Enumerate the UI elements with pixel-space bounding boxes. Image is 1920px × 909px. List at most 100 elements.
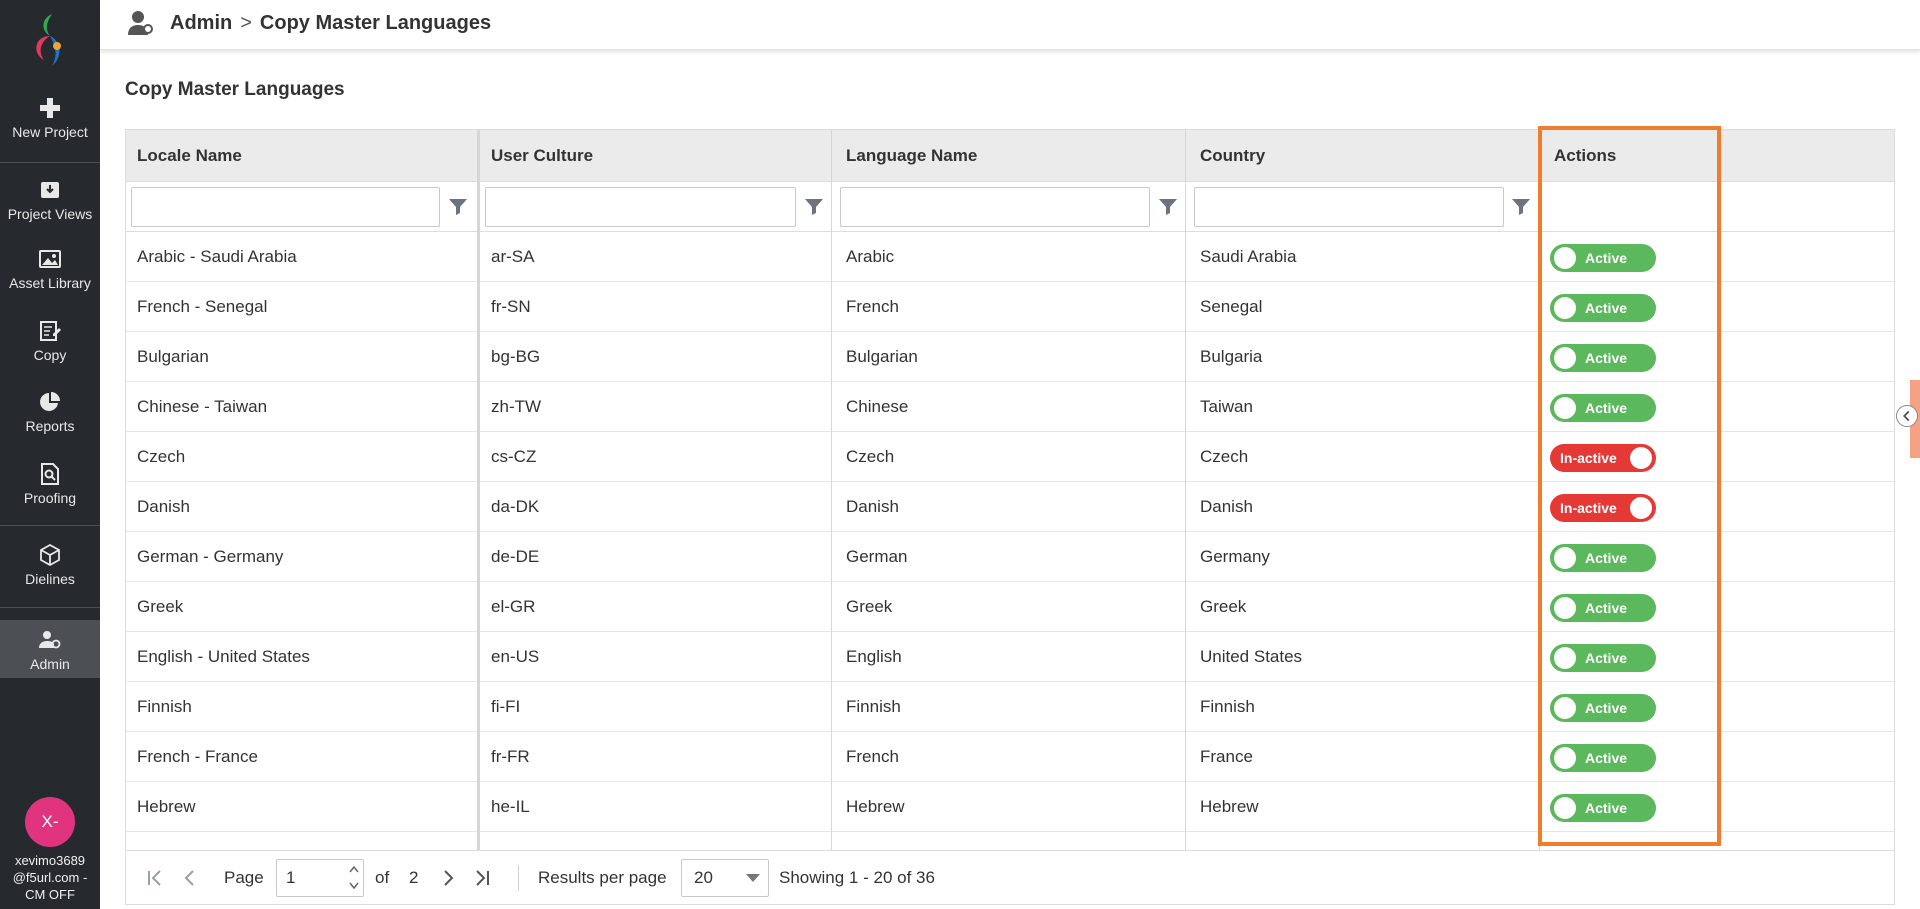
status-toggle[interactable]: Active bbox=[1550, 544, 1656, 572]
nav-dielines-label: Dielines bbox=[25, 571, 75, 587]
nav-admin[interactable]: Admin bbox=[0, 620, 100, 678]
language-name-cell: French bbox=[846, 747, 899, 766]
language-name-cell: Arabic bbox=[846, 247, 895, 266]
status-toggle[interactable]: Active bbox=[1550, 794, 1656, 822]
language-name-filter-input[interactable] bbox=[840, 187, 1150, 227]
country-cell: United States bbox=[1200, 647, 1303, 666]
sidebar: New Project Project Views Asset Library … bbox=[0, 0, 100, 909]
toggle-knob bbox=[1554, 297, 1576, 319]
status-toggle[interactable]: Active bbox=[1550, 244, 1656, 272]
filter-icon[interactable] bbox=[1509, 194, 1533, 218]
chevron-left-icon[interactable] bbox=[1896, 405, 1918, 427]
column-header-user-culture[interactable]: User Culture bbox=[480, 130, 593, 182]
toggle-knob bbox=[1630, 497, 1652, 519]
nav-new-project[interactable]: New Project bbox=[0, 96, 100, 140]
country-cell: Bulgaria bbox=[1200, 347, 1263, 366]
toggle-knob bbox=[1554, 397, 1576, 419]
column-header-language-name[interactable]: Language Name bbox=[835, 130, 977, 182]
status-label: Active bbox=[1585, 600, 1628, 616]
filter-icon[interactable] bbox=[1156, 194, 1180, 218]
status-label: Active bbox=[1585, 550, 1628, 566]
locale-name-cell: Czech bbox=[137, 447, 186, 466]
locale-name-cell: French - France bbox=[137, 747, 258, 766]
increment-icon[interactable] bbox=[349, 865, 359, 873]
locale-name-filter-input[interactable] bbox=[131, 187, 440, 227]
locale-name-cell: Bulgarian bbox=[137, 347, 209, 366]
avatar[interactable]: X- bbox=[25, 797, 75, 847]
filter-icon[interactable] bbox=[446, 194, 470, 218]
locale-name-cell: Danish bbox=[137, 497, 190, 516]
status-toggle[interactable]: Active bbox=[1550, 744, 1656, 772]
nav-project-views[interactable]: Project Views bbox=[0, 178, 100, 222]
country-filter-input[interactable] bbox=[1194, 187, 1504, 227]
filter-icon[interactable] bbox=[802, 194, 826, 218]
toggle-knob bbox=[1554, 747, 1576, 769]
table-row: German - Germany de-DE German Germany Active bbox=[126, 532, 1894, 582]
user-culture-cell: fi-FI bbox=[491, 697, 521, 716]
user-info: xevimo3689 @f5url.com - CM OFF bbox=[0, 852, 100, 903]
status-toggle[interactable]: Active bbox=[1550, 694, 1656, 722]
user-culture-cell: de-DE bbox=[491, 547, 540, 566]
column-divider bbox=[831, 130, 832, 850]
status-toggle[interactable]: Active bbox=[1550, 294, 1656, 322]
toggle-knob bbox=[1554, 797, 1576, 819]
breadcrumb-separator: > bbox=[240, 12, 252, 34]
status-toggle[interactable]: In-active bbox=[1550, 444, 1656, 472]
edit-document-icon bbox=[40, 321, 61, 341]
table-row: Arabic - Saudi Arabia ar-SA Arabic Saudi Ar… bbox=[126, 232, 1894, 282]
country-cell: Czech bbox=[1200, 447, 1249, 466]
column-header-locale-name[interactable]: Locale Name bbox=[126, 130, 242, 182]
language-name-cell: Chinese bbox=[846, 397, 909, 416]
nav-dielines[interactable]: Dielines bbox=[0, 543, 100, 587]
last-page-icon[interactable] bbox=[471, 867, 493, 889]
country-cell: Hebrew bbox=[1200, 797, 1259, 816]
breadcrumb-root[interactable]: Admin bbox=[170, 12, 232, 34]
status-label: In-active bbox=[1560, 500, 1617, 516]
table-row: Greek el-GR Greek Greek Active bbox=[126, 582, 1894, 632]
page-number-input[interactable]: 1 bbox=[276, 859, 364, 897]
status-label: Active bbox=[1585, 650, 1628, 666]
column-resizer[interactable] bbox=[477, 130, 480, 850]
table-row: Czech cs-CZ Czech Czech In-active bbox=[126, 432, 1894, 482]
country-cell: Saudi Arabia bbox=[1200, 247, 1297, 266]
next-page-icon[interactable] bbox=[437, 867, 459, 889]
page-label: Page bbox=[224, 868, 264, 887]
column-header-country[interactable]: Country bbox=[1189, 130, 1265, 182]
status-toggle[interactable]: Active bbox=[1550, 594, 1656, 622]
table-row: French - France fr-FR French France Active bbox=[126, 732, 1894, 782]
nav-reports[interactable]: Reports bbox=[0, 390, 100, 434]
nav-proofing-label: Proofing bbox=[23, 490, 77, 506]
country-cell: Senegal bbox=[1200, 297, 1263, 316]
nav-asset-library[interactable]: Asset Library bbox=[0, 247, 100, 291]
locale-name-cell: English - United States bbox=[137, 647, 310, 666]
status-toggle[interactable]: Active bbox=[1550, 644, 1656, 672]
nav-copy[interactable]: Copy bbox=[0, 319, 100, 363]
locale-name-cell: Finnish bbox=[137, 697, 192, 716]
admin-icon bbox=[128, 11, 153, 35]
pager-divider bbox=[518, 865, 519, 891]
status-toggle[interactable]: Active bbox=[1550, 394, 1656, 422]
page-number-value: 1 bbox=[286, 868, 296, 887]
toggle-knob bbox=[1554, 697, 1576, 719]
app-logo[interactable] bbox=[24, 10, 74, 70]
decrement-icon[interactable] bbox=[349, 882, 359, 890]
table-row: Hebrew he-IL Hebrew Hebrew Active bbox=[126, 782, 1894, 832]
nav-proofing[interactable]: Proofing bbox=[0, 462, 100, 506]
status-label: Active bbox=[1585, 350, 1628, 366]
breadcrumb: Admin > Copy Master Languages bbox=[170, 12, 499, 35]
pager: Page 1 of 2 Results per page 20 Showing … bbox=[126, 850, 1894, 904]
status-label: In-active bbox=[1560, 450, 1617, 466]
language-name-cell: Czech bbox=[846, 447, 895, 466]
user-culture-filter-input[interactable] bbox=[485, 187, 796, 227]
previous-page-icon[interactable] bbox=[179, 867, 201, 889]
user-culture-cell: ar-SA bbox=[491, 247, 535, 266]
status-toggle[interactable]: Active bbox=[1550, 344, 1656, 372]
first-page-icon[interactable] bbox=[144, 867, 166, 889]
results-per-page-select[interactable]: 20 bbox=[681, 859, 769, 897]
showing-count: Showing 1 - 20 of 36 bbox=[779, 868, 935, 887]
status-toggle[interactable]: In-active bbox=[1550, 494, 1656, 522]
toggle-knob bbox=[1554, 547, 1576, 569]
nav-project-views-label: Project Views bbox=[7, 206, 93, 222]
country-cell: Germany bbox=[1200, 547, 1270, 566]
status-label: Active bbox=[1585, 400, 1628, 416]
